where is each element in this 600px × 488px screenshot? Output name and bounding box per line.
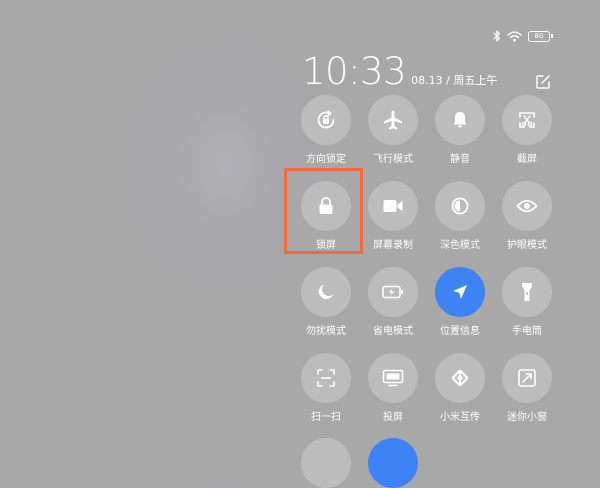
tile-label: 深色模式 xyxy=(440,240,480,251)
tile-circle[interactable] xyxy=(502,267,552,317)
edit-icon[interactable] xyxy=(535,74,551,90)
rotation-lock-icon xyxy=(317,110,335,129)
battery-saver-icon xyxy=(382,285,403,299)
tile-location[interactable]: 位置信息 xyxy=(429,267,491,337)
tile-circle[interactable] xyxy=(502,181,552,231)
tile-circle[interactable] xyxy=(368,353,418,403)
tile-do-not-disturb[interactable]: 勿扰模式 xyxy=(295,267,357,337)
lock-screen-highlight-frame xyxy=(284,168,363,254)
tile-circle[interactable] xyxy=(435,267,485,317)
clock-time: 10:33 xyxy=(302,50,407,93)
mini-window-icon xyxy=(518,369,536,387)
tile-eye-care[interactable]: 护眼模式 xyxy=(496,181,558,251)
bluetooth-icon xyxy=(493,30,501,42)
tile-circle[interactable] xyxy=(301,267,351,317)
tile-circle[interactable] xyxy=(368,95,418,145)
tile-label: 静音 xyxy=(450,154,470,165)
dark-mode-icon xyxy=(451,197,469,215)
tile-label: 勿扰模式 xyxy=(306,326,346,337)
airplane-icon xyxy=(384,110,402,130)
clock-header: 10:33 08.13 / 周五上午 xyxy=(302,53,497,90)
tile-label: 屏幕录制 xyxy=(373,240,413,251)
tile-circle[interactable] xyxy=(435,95,485,145)
tile-label: 手电筒 xyxy=(512,326,542,337)
tile-label: 迷你小窗 xyxy=(507,412,547,423)
tile-flashlight[interactable]: 手电筒 xyxy=(496,267,558,337)
tile-circle[interactable] xyxy=(301,95,351,145)
video-camera-icon xyxy=(383,200,403,212)
tile-scan[interactable]: 扫一扫 xyxy=(295,353,357,423)
tile-battery-saver[interactable]: 省电模式 xyxy=(362,267,424,337)
tile-label: 小米互传 xyxy=(440,412,480,423)
tile-label: 省电模式 xyxy=(373,326,413,337)
tile-label: 截屏 xyxy=(517,154,537,165)
location-arrow-icon xyxy=(453,285,467,299)
scan-icon xyxy=(317,369,335,387)
tile-screen-record[interactable]: 屏幕录制 xyxy=(362,181,424,251)
tile-label: 位置信息 xyxy=(440,326,480,337)
tile-label: 护眼模式 xyxy=(507,240,547,251)
tile-mi-share[interactable]: 小米互传 xyxy=(429,353,491,423)
eye-icon xyxy=(516,199,538,213)
status-bar: 80 xyxy=(493,30,553,42)
battery-icon: 80 xyxy=(528,30,553,42)
tile-label: 方向锁定 xyxy=(306,154,346,165)
tile-mini-window[interactable]: 迷你小窗 xyxy=(496,353,558,423)
clock-date: 08.13 / 周五上午 xyxy=(411,74,498,87)
tile-cast[interactable]: 投屏 xyxy=(362,353,424,423)
tile-screenshot[interactable]: 截屏 xyxy=(496,95,558,165)
tile-circle[interactable] xyxy=(301,353,351,403)
battery-level: 80 xyxy=(534,31,544,40)
tile-silent[interactable]: 静音 xyxy=(429,95,491,165)
tile-label: 扫一扫 xyxy=(311,412,341,423)
tile-label: 飞行模式 xyxy=(373,154,413,165)
flashlight-icon xyxy=(522,283,532,301)
mi-share-icon xyxy=(451,369,469,387)
tile-rotation-lock[interactable]: 方向锁定 xyxy=(295,95,357,165)
tile-circle[interactable] xyxy=(435,181,485,231)
tile-row5-2[interactable] xyxy=(362,438,424,488)
bell-icon xyxy=(453,112,467,128)
tile-row5-1[interactable] xyxy=(295,438,357,488)
tile-circle[interactable] xyxy=(502,353,552,403)
tile-circle[interactable] xyxy=(502,95,552,145)
tile-circle[interactable] xyxy=(435,353,485,403)
tile-circle[interactable] xyxy=(368,438,418,488)
tile-circle[interactable] xyxy=(301,438,351,488)
tile-label: 投屏 xyxy=(383,412,403,423)
tile-airplane-mode[interactable]: 飞行模式 xyxy=(362,95,424,165)
wifi-icon xyxy=(507,31,522,42)
screenshot-icon xyxy=(519,112,535,128)
tile-dark-mode[interactable]: 深色模式 xyxy=(429,181,491,251)
cast-screen-icon xyxy=(382,369,404,387)
tile-circle[interactable] xyxy=(368,181,418,231)
tile-circle[interactable] xyxy=(368,267,418,317)
moon-icon xyxy=(318,284,334,300)
